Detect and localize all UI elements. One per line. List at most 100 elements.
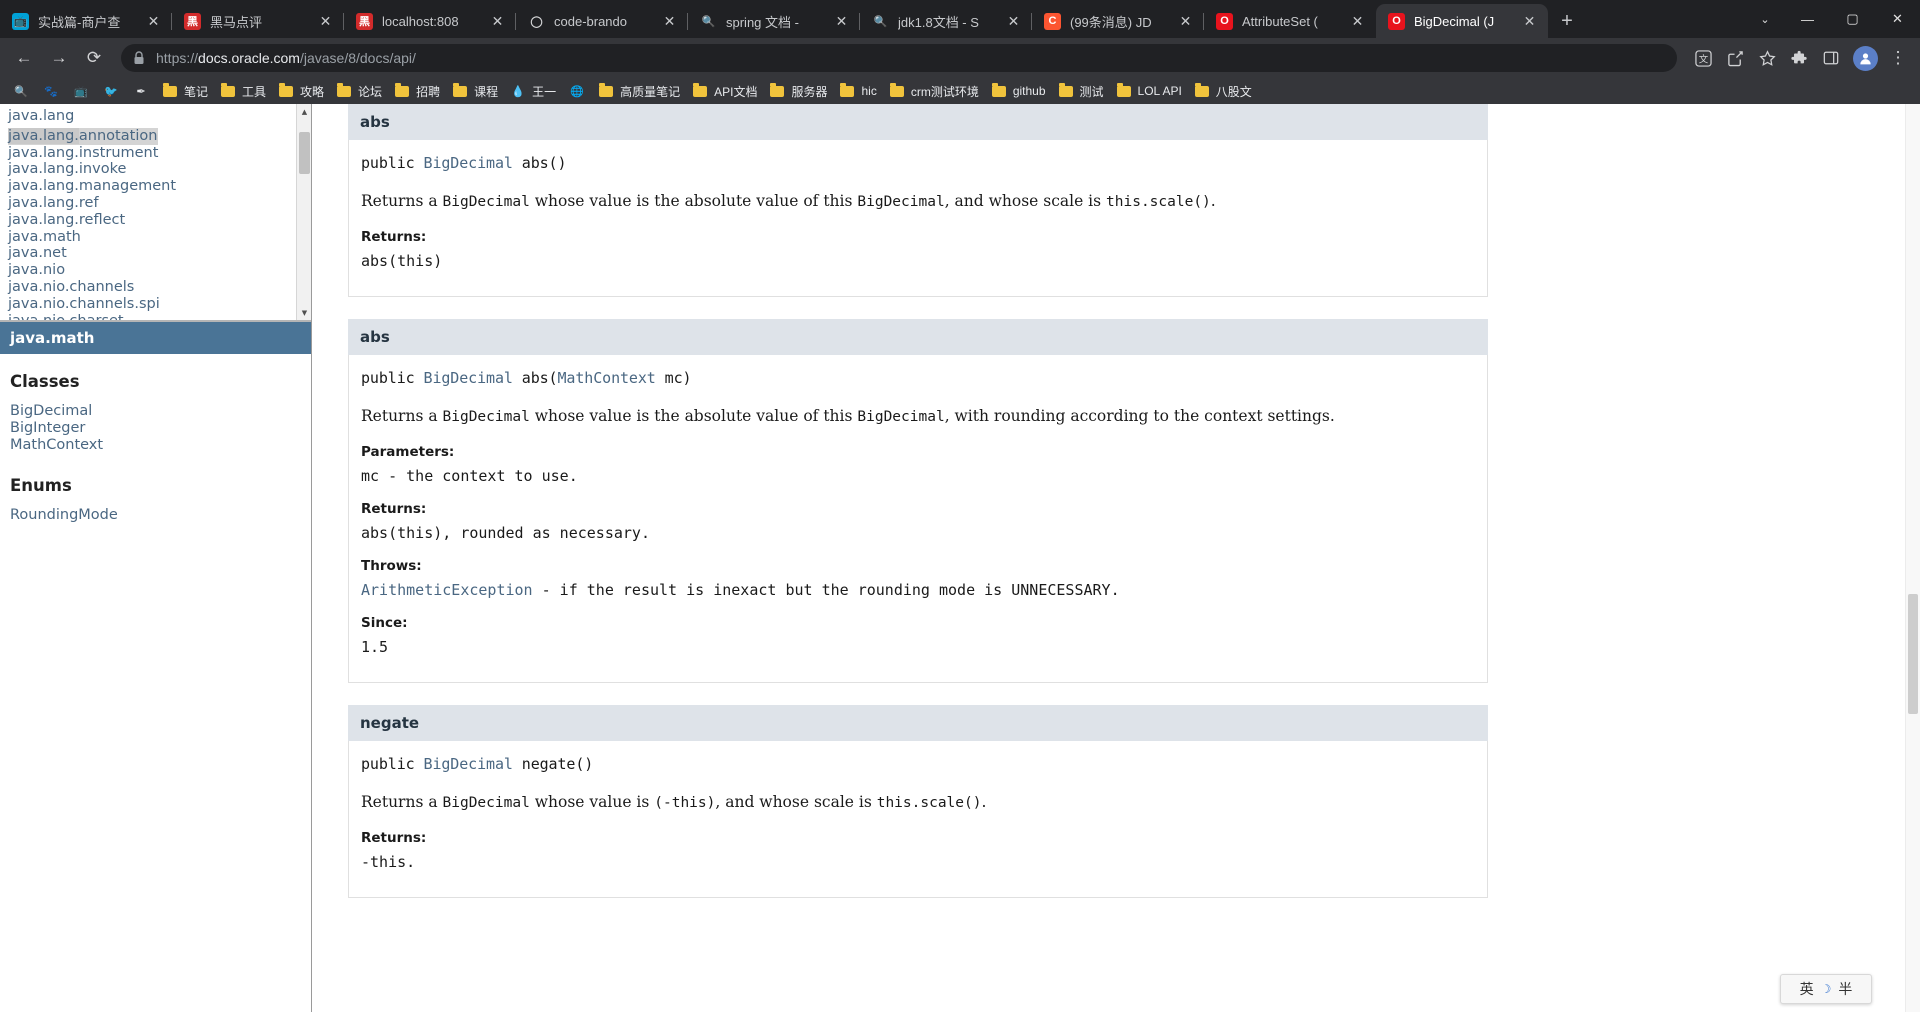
bookmark-item[interactable]: 招聘 (388, 80, 446, 102)
bookmark-item[interactable]: 🐾 (36, 80, 66, 102)
bookmark-label: 论坛 (358, 84, 383, 99)
close-window-button[interactable]: ✕ (1875, 0, 1920, 38)
package-link[interactable]: java.nio.channels.spi (8, 296, 311, 313)
search-icon: 🔍 (14, 85, 28, 98)
browser-tab[interactable]: O BigDecimal (J ✕ (1376, 4, 1548, 38)
package-link[interactable]: java.lang.invoke (8, 161, 311, 178)
bookmark-item[interactable]: 💧 王一 (504, 80, 562, 102)
browser-menu-icon[interactable]: ⋮ (1884, 44, 1912, 72)
package-link[interactable]: java.nio.charset (8, 313, 311, 320)
package-link[interactable]: java.lang.ref (8, 195, 311, 212)
package-link[interactable]: java.nio.channels (8, 279, 311, 296)
address-bar[interactable]: https://docs.oracle.com/javase/8/docs/ap… (121, 44, 1677, 72)
profile-avatar[interactable] (1853, 45, 1878, 71)
bookmark-item[interactable]: 论坛 (330, 80, 388, 102)
package-link[interactable]: java.lang.management (8, 178, 311, 195)
bookmark-item[interactable]: 服务器 (763, 80, 833, 102)
bookmark-item[interactable]: 课程 (446, 80, 504, 102)
bookmark-item[interactable]: github (985, 80, 1052, 102)
enum-link[interactable]: RoundingMode (10, 507, 301, 524)
bookmark-item[interactable]: crm测试环境 (883, 80, 985, 102)
class-link[interactable]: BigDecimal (10, 403, 301, 420)
browser-tab[interactable]: C (99条消息) JD ✕ (1032, 4, 1204, 38)
reload-button[interactable]: ⟳ (78, 42, 110, 74)
class-link[interactable]: MathContext (10, 437, 301, 454)
browser-tab[interactable]: 🔍 spring 文档 - ✕ (688, 4, 860, 38)
tab-close-icon[interactable]: ✕ (489, 13, 506, 30)
ime-width-mode: 半 (1838, 982, 1853, 998)
browser-tab[interactable]: ◯ code-brando ✕ (516, 4, 688, 38)
scrollbar-thumb[interactable] (1908, 594, 1918, 714)
tab-close-icon[interactable]: ✕ (1521, 13, 1538, 30)
folder-icon (769, 83, 785, 99)
tab-close-icon[interactable]: ✕ (145, 13, 162, 30)
tab-close-icon[interactable]: ✕ (833, 13, 850, 30)
ime-indicator[interactable]: 英 ☽ 半 (1780, 974, 1872, 1004)
bookmark-label: 攻略 (300, 84, 325, 99)
classes-heading: Classes (10, 372, 80, 391)
translate-icon[interactable]: 文 (1689, 44, 1717, 72)
bookmark-item[interactable]: 测试 (1052, 80, 1110, 102)
tab-close-icon[interactable]: ✕ (1005, 13, 1022, 30)
scroll-down-arrow[interactable]: ▼ (297, 305, 311, 320)
tab-close-icon[interactable]: ✕ (1177, 13, 1194, 30)
extensions-icon[interactable] (1785, 44, 1813, 72)
csdn-icon: C (1044, 12, 1061, 30)
bookmark-label: 王一 (532, 84, 557, 99)
bookmark-item[interactable]: LOL API (1110, 80, 1188, 102)
browser-tab[interactable]: O AttributeSet (✕ (1204, 4, 1376, 38)
package-link[interactable]: java.net (8, 245, 311, 262)
tab-search-button[interactable]: ⌄ (1745, 0, 1785, 38)
section-label: Since: (361, 615, 408, 632)
section-value: abs(this) (361, 252, 443, 271)
bookmark-item[interactable]: 工具 (214, 80, 272, 102)
section-label: Returns: (361, 229, 427, 246)
url-host: docs.oracle.com (198, 50, 300, 66)
browser-tab[interactable]: 黑 localhost:808 ✕ (344, 4, 516, 38)
bookmark-item[interactable]: 笔记 (156, 80, 214, 102)
package-link[interactable]: java.math (8, 229, 311, 246)
section-value: mc - the context to use. (361, 467, 578, 486)
browser-tab[interactable]: 📺 实战篇-商户查 ✕ (0, 4, 172, 38)
bookmark-item[interactable]: 🐦 (96, 80, 126, 102)
class-link[interactable]: BigInteger (10, 420, 301, 437)
new-tab-button[interactable]: + (1552, 6, 1582, 36)
method-name-header: abs (348, 319, 1488, 356)
content-scrollbar[interactable] (1905, 104, 1920, 1012)
bookmark-item[interactable]: 高质量笔记 (592, 80, 686, 102)
package-frame-scrollbar[interactable]: ▲ ▼ (296, 104, 311, 320)
package-link[interactable]: java.lang.annotation (8, 127, 159, 145)
scroll-up-arrow[interactable]: ▲ (297, 104, 311, 119)
method-signature: public BigDecimal abs() (361, 154, 567, 172)
scrollbar-thumb[interactable] (299, 132, 310, 174)
maximize-button[interactable]: ▢ (1830, 0, 1875, 38)
side-panel-icon[interactable] (1817, 44, 1845, 72)
package-link[interactable]: java.lang.instrument (8, 145, 311, 162)
tab-close-icon[interactable]: ✕ (1349, 13, 1366, 30)
browser-tab[interactable]: 黑黑马点评 ✕ (172, 4, 344, 38)
bookmark-item[interactable]: 🔍 (6, 80, 36, 102)
lock-icon (133, 51, 145, 65)
bookmark-star-icon[interactable] (1753, 44, 1781, 72)
package-link[interactable]: java.lang.reflect (8, 212, 311, 229)
tab-close-icon[interactable]: ✕ (317, 13, 334, 30)
section-value: abs(this), rounded as necessary. (361, 524, 650, 543)
oracle-icon: O (1388, 12, 1405, 30)
bookmark-item[interactable]: 🌐 (562, 80, 592, 102)
back-button[interactable]: ← (8, 42, 40, 74)
bookmark-item[interactable]: 攻略 (272, 80, 330, 102)
exception-link[interactable]: ArithmeticException (361, 581, 533, 599)
package-link[interactable]: java.lang (8, 108, 311, 125)
tab-close-icon[interactable]: ✕ (661, 13, 678, 30)
share-icon[interactable] (1721, 44, 1749, 72)
bookmark-item[interactable]: 📺 (66, 80, 96, 102)
folder-icon (220, 83, 236, 99)
forward-button[interactable]: → (43, 42, 75, 74)
browser-tab[interactable]: 🔍 jdk1.8文档 - S ✕ (860, 4, 1032, 38)
bookmark-item[interactable]: hic (833, 80, 882, 102)
minimize-button[interactable]: — (1785, 0, 1830, 38)
package-link[interactable]: java.nio (8, 262, 311, 279)
bookmark-item[interactable]: ✒ (126, 80, 156, 102)
bookmark-item[interactable]: API文档 (686, 80, 763, 102)
bookmark-item[interactable]: 八股文 (1188, 80, 1258, 102)
